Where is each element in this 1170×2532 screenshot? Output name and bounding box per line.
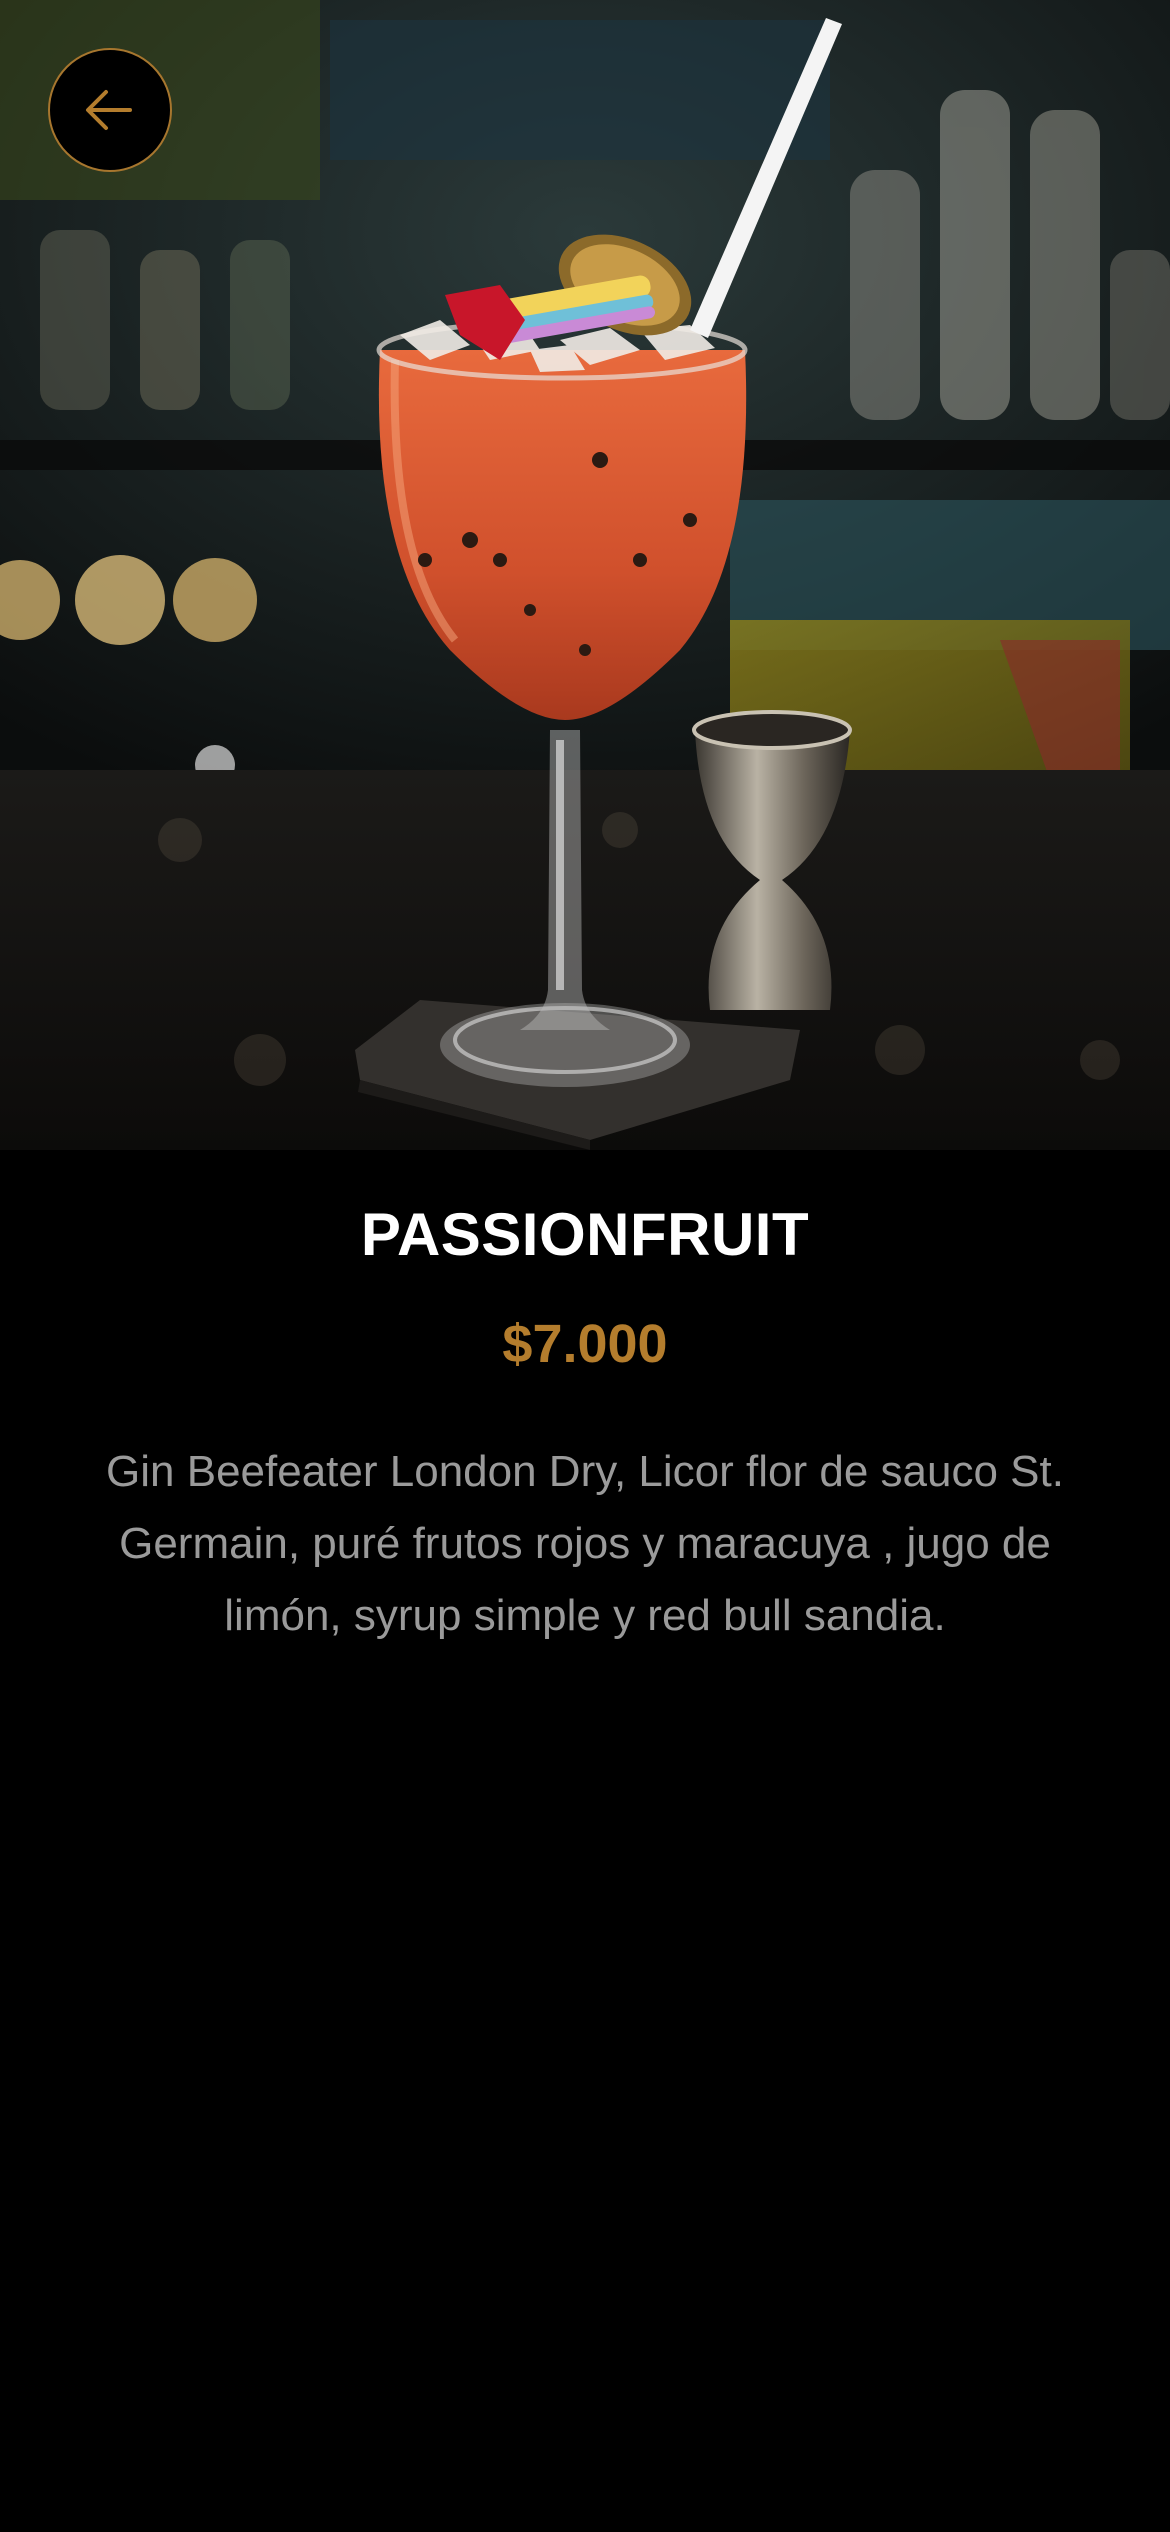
product-title: PASSIONFRUIT bbox=[360, 1201, 810, 1268]
arrow-left-icon bbox=[86, 90, 132, 130]
product-price: $7.000 bbox=[502, 1314, 668, 1374]
product-image bbox=[0, 0, 1170, 1150]
product-description: Gin Beefeater London Dry, Licor flor de … bbox=[106, 1447, 1064, 1640]
back-button[interactable] bbox=[48, 48, 172, 172]
product-details: PASSIONFRUIT $7.000 Gin Beefeater London… bbox=[0, 1150, 1170, 1652]
